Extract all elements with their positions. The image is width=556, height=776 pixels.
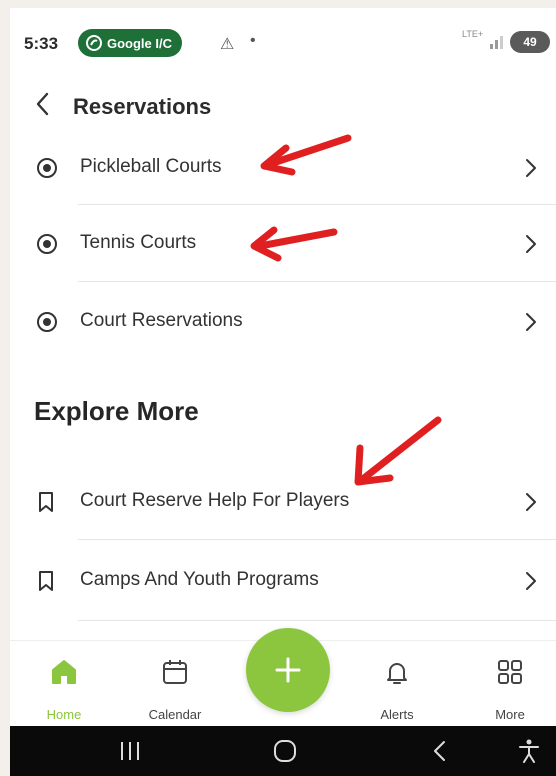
radio-dot-icon	[37, 158, 57, 178]
nav-label: More	[495, 707, 525, 722]
nav-alerts[interactable]: Alerts	[352, 641, 442, 727]
red-arrow-annotation-icon	[354, 416, 442, 486]
bookmark-icon	[39, 492, 53, 512]
signal-icon	[490, 36, 503, 49]
grid-icon	[498, 660, 522, 684]
chevron-right-icon	[526, 493, 536, 511]
nav-home[interactable]: Home	[19, 641, 109, 727]
list-item-camps-youth-programs[interactable]: Camps And Youth Programs	[10, 543, 556, 619]
bell-icon	[387, 663, 407, 684]
add-button[interactable]	[246, 628, 330, 712]
chevron-left-icon[interactable]	[34, 90, 52, 118]
list-item-label: Camps And Youth Programs	[80, 569, 319, 590]
radio-dot-icon	[37, 234, 57, 254]
notification-pill-label: Google I/C	[107, 35, 172, 51]
warning-icon: ⚠	[220, 36, 235, 53]
chevron-right-icon	[526, 235, 536, 253]
battery-icon: 49	[510, 31, 550, 53]
home-button-icon[interactable]	[272, 738, 298, 764]
divider	[78, 204, 556, 205]
page-title: Reservations	[73, 94, 212, 119]
back-button-icon[interactable]	[430, 738, 450, 764]
recent-apps-icon[interactable]	[118, 738, 142, 764]
divider	[78, 620, 556, 621]
chevron-right-icon	[526, 159, 536, 177]
section-title-explore-more: Explore More	[34, 396, 199, 426]
bookmark-icon	[39, 571, 53, 591]
chevron-right-icon	[526, 572, 536, 590]
status-bar: 5:33 Google I/C ⚠ • LTE+ 49	[10, 8, 556, 80]
red-arrow-annotation-icon	[260, 134, 352, 176]
page-header: Reservations	[10, 80, 556, 130]
system-nav-bar	[10, 726, 556, 776]
nav-more[interactable]: More	[465, 641, 555, 727]
network-type: LTE+	[462, 29, 484, 39]
phone-screen: 5:33 Google I/C ⚠ • LTE+ 49 Reservations	[10, 8, 556, 776]
divider	[78, 281, 556, 282]
phone-call-icon	[86, 35, 102, 51]
nav-label: Alerts	[380, 707, 414, 722]
notification-pill[interactable]: Google I/C	[78, 29, 182, 57]
notification-dot-icon: •	[250, 32, 256, 49]
home-icon	[52, 660, 76, 684]
nav-label: Home	[46, 707, 82, 722]
red-arrow-annotation-icon	[250, 226, 338, 262]
chevron-right-icon	[526, 313, 536, 331]
nav-calendar[interactable]: Calendar	[130, 641, 220, 727]
calendar-icon	[163, 660, 187, 684]
status-time: 5:33	[24, 34, 59, 53]
nav-label: Calendar	[148, 707, 202, 722]
list-item-court-reservations[interactable]: Court Reservations	[10, 284, 556, 360]
plus-icon	[275, 657, 301, 683]
battery-level: 49	[523, 35, 537, 49]
list-item-label: Court Reserve Help For Players	[80, 490, 350, 511]
accessibility-icon[interactable]	[516, 738, 542, 764]
list-item-label: Court Reservations	[80, 310, 243, 331]
list-item-court-reserve-help[interactable]: Court Reserve Help For Players	[10, 464, 556, 540]
divider	[78, 539, 556, 540]
radio-dot-icon	[37, 312, 57, 332]
list-item-label: Pickleball Courts	[80, 156, 222, 177]
list-item-label: Tennis Courts	[80, 232, 197, 253]
